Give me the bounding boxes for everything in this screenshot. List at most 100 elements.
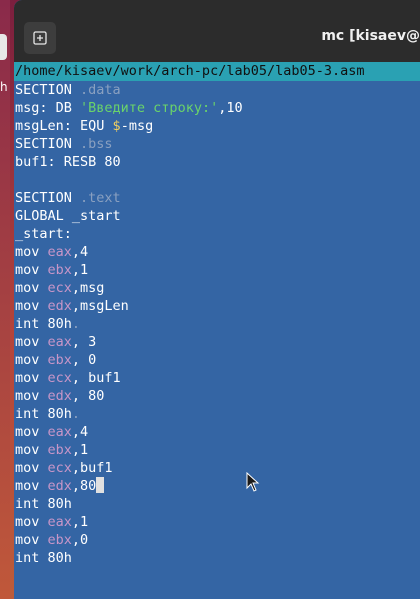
code-token: mov xyxy=(15,460,48,476)
code-token: , 3 xyxy=(71,334,97,350)
code-token: ecx xyxy=(47,280,72,296)
code-token: mov xyxy=(15,424,48,440)
code-token: mov xyxy=(15,280,48,296)
code-line[interactable]: mov ebx,0 xyxy=(14,531,420,549)
code-token: mov xyxy=(15,388,48,404)
new-tab-button[interactable] xyxy=(24,22,56,54)
code-token: ,msgLen xyxy=(71,298,129,314)
code-line[interactable]: mov eax,4 xyxy=(14,423,420,441)
code-token: .text xyxy=(80,190,121,206)
code-token: ,1 xyxy=(71,442,89,458)
code-token: ,80 xyxy=(71,478,97,494)
desktop-window-edge-text: h xyxy=(0,80,8,94)
code-line[interactable]: int 80h. xyxy=(14,405,420,423)
code-token: , buf1 xyxy=(71,370,121,386)
code-line[interactable]: mov ecx, buf1 xyxy=(14,369,420,387)
code-token: mov xyxy=(15,370,48,386)
mouse-pointer-icon xyxy=(246,472,260,492)
code-token: mov xyxy=(15,262,48,278)
code-token: $ xyxy=(112,118,121,134)
code-line[interactable]: mov eax,4 xyxy=(14,243,420,261)
code-editor[interactable]: SECTION .data msg: DB 'Введите строку:',1… xyxy=(14,81,420,567)
code-token: .data xyxy=(80,82,121,98)
code-token: ,buf1 xyxy=(71,460,113,476)
code-line[interactable]: msgLen: EQU $-msg xyxy=(14,117,420,135)
code-token: mov xyxy=(15,514,48,530)
code-token: edx xyxy=(47,388,72,404)
code-line[interactable]: mov ecx,buf1 xyxy=(14,459,420,477)
code-token: 'Введите строку:' xyxy=(80,100,219,116)
code-token: ecx xyxy=(47,370,72,386)
code-token: int 80h xyxy=(15,496,72,512)
window-title: mc [kisaev@ xyxy=(321,28,420,44)
code-line[interactable]: int 80h. xyxy=(14,315,420,333)
code-token: GLOBAL _start xyxy=(15,208,121,224)
code-token: . xyxy=(71,316,81,332)
desktop-window-edge[interactable] xyxy=(0,34,7,60)
title-bar: mc [kisaev@ xyxy=(14,0,420,62)
code-line[interactable]: mov ebx, 0 xyxy=(14,351,420,369)
code-token: eax xyxy=(47,334,72,350)
code-token: int 80h xyxy=(15,406,72,422)
code-line[interactable]: SECTION .data xyxy=(14,81,420,99)
code-line[interactable]: mov eax,1 xyxy=(14,513,420,531)
code-token: ebx xyxy=(47,262,72,278)
code-token: ,10 xyxy=(218,100,243,116)
new-tab-icon xyxy=(33,31,47,45)
code-token: mov xyxy=(15,244,48,260)
code-token: SECTION xyxy=(15,190,81,206)
code-token: mov xyxy=(15,298,48,314)
code-line[interactable]: int 80h xyxy=(14,549,420,567)
code-token: SECTION xyxy=(15,82,81,98)
text-cursor xyxy=(96,477,105,493)
code-token: mov xyxy=(15,478,48,494)
code-line[interactable]: SECTION .bss xyxy=(14,135,420,153)
code-token: ebx xyxy=(47,442,72,458)
code-line[interactable]: int 80h xyxy=(14,495,420,513)
code-token: mov xyxy=(15,352,48,368)
code-token: eax xyxy=(47,514,72,530)
code-line[interactable]: mov ebx,1 xyxy=(14,261,420,279)
terminal-window: mc [kisaev@ /home/kisaev/work/arch-pc/la… xyxy=(14,0,420,599)
code-token: .bss xyxy=(80,136,113,152)
code-line[interactable]: mov ebx,1 xyxy=(14,441,420,459)
code-token: msg: DB xyxy=(15,100,81,116)
code-line[interactable]: SECTION .text xyxy=(14,189,420,207)
code-token: int 80h xyxy=(15,316,72,332)
code-line[interactable]: mov eax, 3 xyxy=(14,333,420,351)
code-token: eax xyxy=(47,424,72,440)
code-token: mov xyxy=(15,334,48,350)
code-token: ,4 xyxy=(71,424,89,440)
code-token: buf1: RESB 80 xyxy=(15,154,121,170)
file-path-bar: /home/kisaev/work/arch-pc/lab05/lab05-3.… xyxy=(14,62,420,81)
code-line[interactable]: msg: DB 'Введите строку:',10 xyxy=(14,99,420,117)
code-line[interactable] xyxy=(14,171,420,189)
code-token: mov xyxy=(15,442,48,458)
code-line[interactable]: mov ecx,msg xyxy=(14,279,420,297)
code-token: edx xyxy=(47,298,72,314)
code-token: , 80 xyxy=(71,388,105,404)
code-line[interactable]: mov edx, 80 xyxy=(14,387,420,405)
code-token: . xyxy=(71,406,81,422)
code-token: edx xyxy=(47,478,72,494)
code-token: ebx xyxy=(47,352,72,368)
code-token: SECTION xyxy=(15,136,81,152)
code-token: ebx xyxy=(47,532,72,548)
code-token: mov xyxy=(15,532,48,548)
code-token: ,1 xyxy=(71,262,89,278)
code-line[interactable]: mov edx,msgLen xyxy=(14,297,420,315)
code-token: eax xyxy=(47,244,72,260)
code-token: , 0 xyxy=(71,352,97,368)
code-line[interactable]: GLOBAL _start xyxy=(14,207,420,225)
code-token: ,0 xyxy=(71,532,89,548)
code-line[interactable]: _start: xyxy=(14,225,420,243)
code-token: _start: xyxy=(15,226,72,242)
code-token: int 80h xyxy=(15,550,72,566)
code-line[interactable]: mov edx,80 xyxy=(14,477,420,495)
code-token: ,msg xyxy=(71,280,105,296)
code-token: ecx xyxy=(47,460,72,476)
code-token: -msg xyxy=(120,118,154,134)
code-token: msgLen: EQU xyxy=(15,118,113,134)
code-line[interactable]: buf1: RESB 80 xyxy=(14,153,420,171)
code-token: ,1 xyxy=(71,514,89,530)
